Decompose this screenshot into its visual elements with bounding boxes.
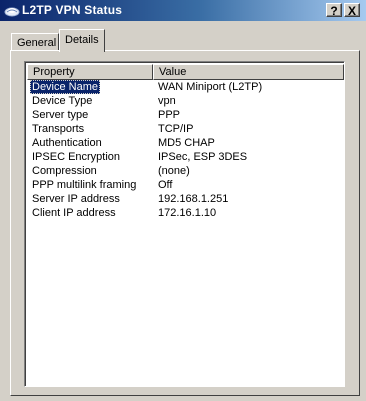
list-row[interactable]: Compression (none) [27,164,344,178]
value-cell: PPP [158,109,181,121]
list-row[interactable]: Transports TCP/IP [27,122,344,136]
help-button[interactable]: ? [326,3,342,18]
property-cell: Device Type [32,95,93,107]
value-cell: MD5 CHAP [158,137,215,149]
property-cell: PPP multilink framing [32,179,137,191]
network-connection-icon [4,4,20,17]
list-row[interactable]: IPSEC Encryption IPSec, ESP 3DES [27,150,344,164]
value-cell: IPSec, ESP 3DES [158,151,248,163]
list-header: Property Value [27,64,344,80]
tab-general[interactable]: General [11,33,59,51]
property-cell: Server IP address [32,193,120,205]
close-button[interactable]: X [344,3,360,18]
list-row[interactable]: Device Name WAN Miniport (L2TP) [27,80,344,94]
property-cell: Device Name [30,80,101,94]
value-cell: 192.168.1.251 [158,193,229,205]
column-header-value[interactable]: Value [153,64,344,80]
property-cell: Server type [32,109,89,121]
property-cell: Transports [32,123,85,135]
title-bar[interactable]: L2TP VPN Status ? X [0,0,366,21]
list-row[interactable]: Server type PPP [27,108,344,122]
list-rows: Device Name WAN Miniport (L2TP) Device T… [27,80,344,220]
value-cell: vpn [158,95,176,107]
list-row[interactable]: PPP multilink framing Off [27,178,344,192]
value-cell: WAN Miniport (L2TP) [158,81,263,93]
list-row[interactable]: Client IP address 172.16.1.10 [27,206,344,220]
value-cell: (none) [158,165,190,177]
details-list[interactable]: Property Value Device Name WAN Miniport … [24,61,345,387]
property-cell: Compression [32,165,97,177]
window-title: L2TP VPN Status [22,3,123,17]
property-cell: Authentication [32,137,102,149]
property-cell: Client IP address [32,207,116,219]
property-cell: IPSEC Encryption [32,151,121,163]
tab-details[interactable]: Details [59,29,105,52]
list-row[interactable]: Authentication MD5 CHAP [27,136,344,150]
list-row[interactable]: Server IP address 192.168.1.251 [27,192,344,206]
dialog-window: L2TP VPN Status ? X General Details Prop… [0,0,366,401]
list-row[interactable]: Device Type vpn [27,94,344,108]
column-header-property[interactable]: Property [27,64,153,80]
value-cell: Off [158,179,173,191]
value-cell: 172.16.1.10 [158,207,217,219]
value-cell: TCP/IP [158,123,194,135]
